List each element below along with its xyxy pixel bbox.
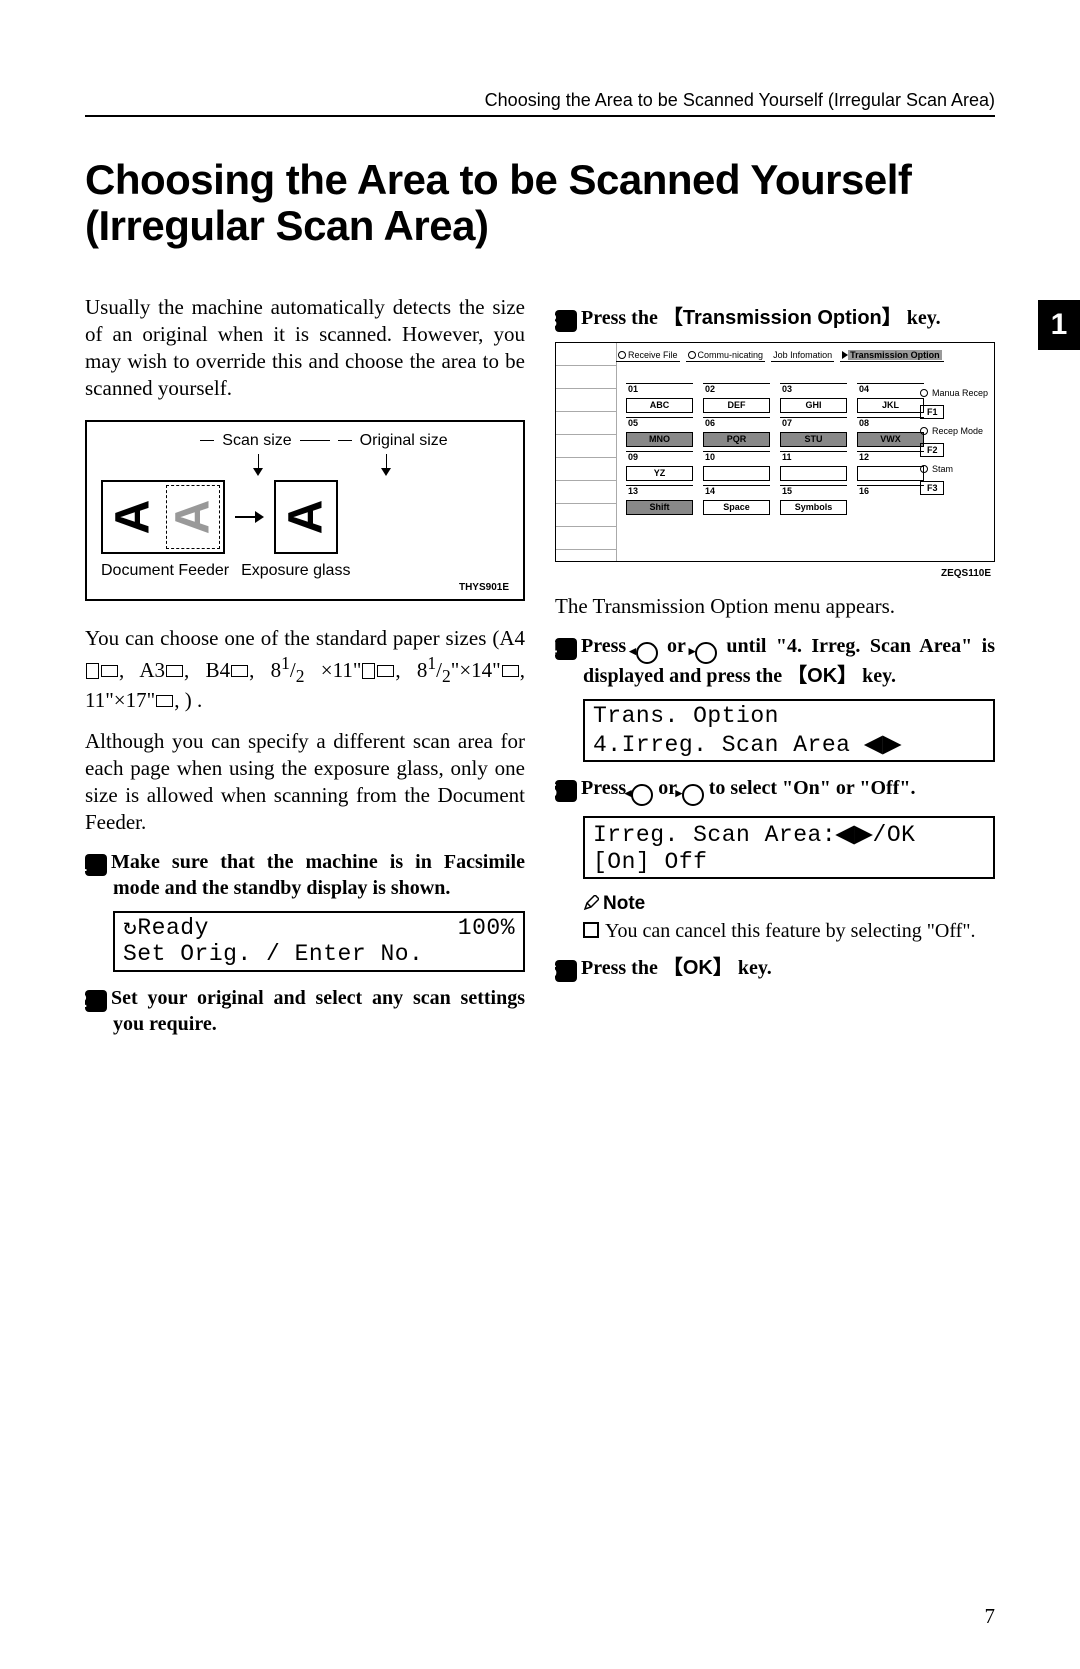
opt-receive-file: Receive File: [628, 350, 678, 360]
after-panel-text: The Transmission Option menu appears.: [555, 593, 995, 620]
key-mno[interactable]: MNO: [626, 432, 693, 447]
step-number-5: 5: [555, 780, 577, 802]
diagram-code: THYS901E: [101, 582, 509, 593]
lcd-display-ready: ↻Ready100% Set Orig. / Enter No.: [113, 911, 525, 972]
lcd-display-trans-option: Trans. Option 4.Irreg. Scan Area ◀▶: [583, 699, 995, 762]
keypad: 01 02 03 04 ABC DEF GHI JKL 05: [626, 383, 924, 551]
step-2: 2Set your original and select any scan s…: [85, 986, 525, 1037]
letter-a-dashed: A: [169, 500, 217, 535]
right-arrow-button-icon: ▸: [682, 784, 704, 806]
key-shift[interactable]: Shift: [626, 500, 693, 515]
running-header: Choosing the Area to be Scanned Yourself…: [85, 90, 995, 117]
square-bullet-icon: [583, 922, 599, 938]
key-jkl[interactable]: JKL: [857, 398, 924, 413]
step-1: 1Make sure that the machine is in Facsim…: [85, 850, 525, 901]
portrait-icon: [362, 663, 375, 679]
portrait-icon: [86, 663, 99, 679]
chapter-tab: 1: [1038, 300, 1080, 350]
key-blank[interactable]: [780, 466, 847, 481]
arrow-right-icon: [235, 511, 264, 523]
key-stu[interactable]: STU: [780, 432, 847, 447]
key-pqr[interactable]: PQR: [703, 432, 770, 447]
intro-paragraph-1: Usually the machine automatically detect…: [85, 294, 525, 402]
step-5: 5Press ◂ or ▸ to select "On" or "Off".: [555, 776, 995, 806]
step-number-6: 6: [555, 960, 577, 982]
key-vwx[interactable]: VWX: [857, 432, 924, 447]
label-document-feeder: Document Feeder: [101, 562, 229, 580]
key-def[interactable]: DEF: [703, 398, 770, 413]
landscape-icon: [166, 665, 183, 677]
key-ghi[interactable]: GHI: [780, 398, 847, 413]
step-number-2: 2: [85, 990, 107, 1012]
intro-paragraph-3: Although you can specify a different sca…: [85, 728, 525, 836]
side-recep-mode: Recep Mode: [932, 426, 983, 436]
label-scan-size: Scan size: [222, 432, 291, 450]
step-4: 4Press ◂ or ▸ until "4. Irreg. Scan Area…: [555, 634, 995, 689]
right-column: 3Press the 【Transmission Option】 key. Re…: [555, 294, 995, 1046]
right-arrow-button-icon: ▸: [695, 642, 717, 664]
step-3: 3Press the 【Transmission Option】 key.: [555, 306, 995, 332]
step-number-3: 3: [555, 310, 577, 332]
step-6: 6Press the 【OK】 key.: [555, 956, 995, 982]
key-blank[interactable]: [857, 466, 924, 481]
control-panel-figure: Receive File Commu-nicating Job Infomati…: [555, 342, 995, 562]
landscape-icon: [231, 665, 248, 677]
label-original-size: Original size: [360, 432, 448, 450]
key-f1[interactable]: F1: [920, 405, 945, 419]
note-body: You can cancel this feature by selecting…: [605, 919, 995, 944]
lcd-display-irreg-scan: Irreg. Scan Area:◀▶/OK [On] Off: [583, 816, 995, 879]
landscape-icon: [377, 665, 394, 677]
letter-a-right: A: [282, 500, 330, 535]
left-arrow-button-icon: ◂: [636, 642, 658, 664]
letter-a-left: A: [109, 500, 157, 535]
landscape-icon: [101, 665, 118, 677]
step-number-4: 4: [555, 638, 577, 660]
opt-job-info: Job Infomation: [773, 350, 832, 360]
key-abc[interactable]: ABC: [626, 398, 693, 413]
opt-communicating: Commu-nicating: [698, 350, 764, 360]
key-f3[interactable]: F3: [920, 481, 945, 495]
key-yz[interactable]: YZ: [626, 466, 693, 481]
page-title: Choosing the Area to be Scanned Yourself…: [85, 157, 995, 249]
side-manual-recep: Manua Recep: [932, 388, 988, 398]
key-blank[interactable]: [703, 466, 770, 481]
side-stamp: Stam: [932, 464, 953, 474]
step-number-1: 1: [85, 854, 107, 876]
key-symbols[interactable]: Symbols: [780, 500, 847, 515]
key-space[interactable]: Space: [703, 500, 770, 515]
left-column: Usually the machine automatically detect…: [85, 294, 525, 1046]
intro-paragraph-2: You can choose one of the standard paper…: [85, 625, 525, 714]
key-f2[interactable]: F2: [920, 443, 945, 457]
note-heading: Note: [583, 893, 995, 915]
opt-transmission-option: Transmission Option: [848, 350, 942, 360]
page-number: 7: [985, 1604, 996, 1629]
scan-diagram: Scan size Original size A A: [85, 420, 525, 601]
left-arrow-button-icon: ◂: [631, 784, 653, 806]
panel-code: ZEQS110E: [555, 568, 995, 579]
pencil-icon: [581, 895, 601, 911]
landscape-icon: [502, 665, 519, 677]
landscape-icon: [156, 695, 173, 707]
label-exposure-glass: Exposure glass: [241, 562, 350, 580]
